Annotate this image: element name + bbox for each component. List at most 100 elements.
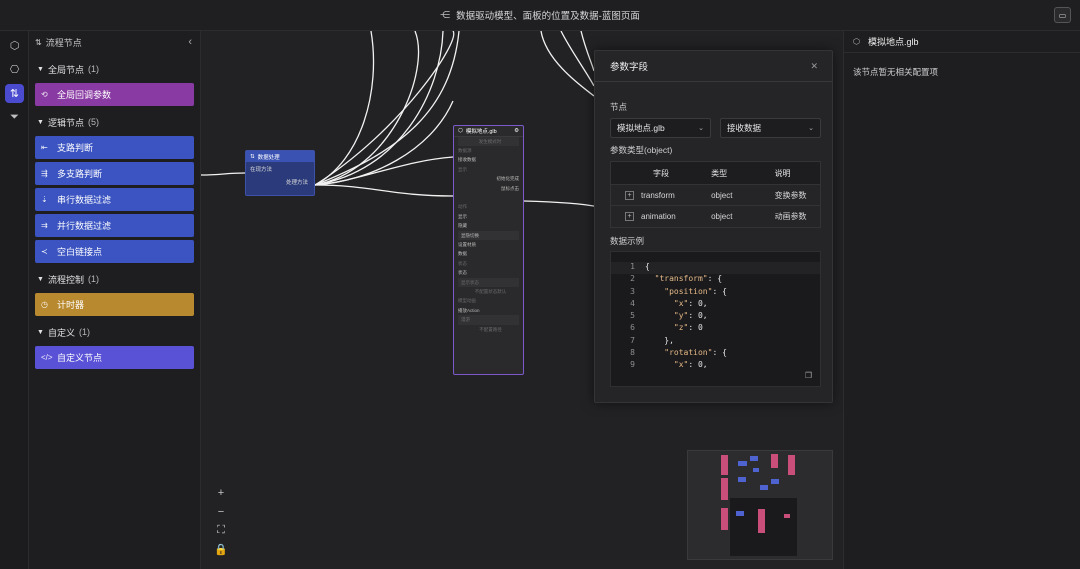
node-port-row[interactable]: 设置材质: [454, 240, 523, 249]
param-type-label: 参数类型(object): [610, 145, 673, 155]
code-text: },: [645, 335, 674, 345]
node-port-row[interactable]: 动作: [454, 203, 523, 212]
node-type-icon: ⇤: [41, 143, 48, 152]
event-select[interactable]: 接收数据 ⌄: [720, 118, 821, 138]
minimap-node: [738, 477, 746, 482]
caret-down-icon: ▼: [37, 118, 44, 126]
code-text: "rotation": {: [664, 348, 727, 358]
node-port-row[interactable]: 状态: [454, 268, 523, 277]
model-node[interactable]: ⬡ 模拟地点.glb ⚙ 发生模式时 数据源 接收数据 显示 初始化完成 鼠标点击 动作 显示…: [453, 125, 524, 375]
share-icon: ⋲: [440, 9, 451, 21]
expand-icon[interactable]: +: [625, 190, 634, 200]
node-group-header[interactable]: ▼ 逻辑节点 (5): [29, 111, 200, 133]
node-port-row[interactable]: [454, 193, 523, 202]
node-port-row[interactable]: 数据: [454, 250, 523, 259]
node-port-row[interactable]: 模型动画: [454, 297, 523, 306]
present-icon[interactable]: ▭: [1054, 7, 1071, 23]
close-icon[interactable]: ✕: [810, 61, 818, 72]
node-port-row[interactable]: 不配置状态默认: [454, 287, 523, 296]
zoom-out-icon[interactable]: −: [213, 502, 229, 521]
node-type-icon: ⇉: [41, 221, 48, 230]
node-port-row[interactable]: 鼠标点击: [454, 184, 523, 193]
field-name: transform: [641, 190, 675, 200]
line-number: 4: [630, 298, 635, 308]
node-port-row[interactable]: 发生模式时: [458, 137, 519, 147]
top-bar: ⋲ 数据驱动模型、面板的位置及数据-蓝图页面 ▭: [0, 0, 1080, 31]
code-text: "position": {: [664, 286, 727, 296]
code-line: 5 "y": 0,: [611, 311, 820, 323]
table-row[interactable]: + transform object 变换参数: [611, 184, 820, 205]
node-item-label: 计时器: [57, 300, 85, 310]
node-port-row[interactable]: 显示: [454, 165, 523, 174]
node-group-header[interactable]: ▼ 流程控制 (1): [29, 268, 200, 290]
dialog-title: 参数字段: [610, 62, 649, 73]
minimap-node: [721, 478, 728, 500]
node-port-row[interactable]: 隐藏: [454, 222, 523, 231]
node-port-row[interactable]: 显隐切换: [458, 230, 519, 241]
lock-icon[interactable]: 🔒: [213, 540, 229, 559]
node-item[interactable]: ≺ 空白链接点: [35, 240, 194, 263]
node-item[interactable]: ⇣ 串行数据过滤: [35, 188, 194, 211]
line-number: 8: [630, 348, 635, 358]
node-port-row[interactable]: 状态: [454, 259, 523, 268]
caret-down-icon: ▼: [37, 275, 44, 283]
node-item[interactable]: ⟲ 全局回调参数: [35, 83, 194, 106]
node-select[interactable]: 模拟地点.glb ⌄: [610, 118, 711, 138]
code-line: 8 "rotation": {: [611, 348, 820, 360]
node-item[interactable]: </> 自定义节点: [35, 346, 194, 369]
minimap-node: [771, 454, 778, 468]
expand-icon[interactable]: +: [625, 211, 634, 221]
node-input-port[interactable]: 在现方法: [246, 162, 314, 175]
flow-icon[interactable]: ⇅: [5, 84, 24, 103]
node-item[interactable]: ⇶ 多支路判断: [35, 162, 194, 185]
node-output-port[interactable]: 处理方法: [246, 175, 314, 188]
node-group-header[interactable]: ▼ 全局节点 (1): [29, 58, 200, 80]
line-number: 2: [630, 274, 635, 284]
table-row[interactable]: + animation object 动画参数: [611, 205, 820, 226]
code-line: 7 },: [611, 336, 820, 348]
minimap-node: [721, 508, 728, 530]
filter-icon[interactable]: ⏷: [5, 108, 24, 127]
node-item[interactable]: ⇤ 支路判断: [35, 136, 194, 159]
node-port-row[interactable]: 初始化完成: [454, 175, 523, 184]
node-item-label: 自定义节点: [57, 353, 103, 363]
code-line: 1{: [611, 262, 820, 275]
minimap[interactable]: [687, 450, 833, 560]
minimap-node: [753, 468, 759, 472]
node-item[interactable]: ⇉ 并行数据过滤: [35, 214, 194, 237]
chevron-down-icon: ⌄: [698, 125, 704, 132]
line-number: 1: [630, 262, 635, 271]
group-count: (1): [87, 274, 99, 284]
zoom-in-icon[interactable]: +: [213, 483, 229, 502]
node-title: ⬡ 模拟地点.glb ⚙: [454, 126, 523, 137]
node-item-label: 多支路判断: [57, 169, 103, 179]
node-port-row[interactable]: 显示: [454, 212, 523, 221]
node-port-row[interactable]: 显示状态: [458, 277, 519, 288]
node-port-row[interactable]: 接收数据: [454, 156, 523, 165]
node-port-row[interactable]: 播放Action: [454, 306, 523, 315]
node-port-row[interactable]: 数据源: [454, 146, 523, 155]
node-port-row[interactable]: 不配置路径: [454, 325, 523, 334]
cube-icon[interactable]: ⬡: [5, 36, 24, 55]
node-item-label: 空白链接点: [57, 247, 103, 257]
node-group-header[interactable]: ▼ 自定义 (1): [29, 321, 200, 343]
node-type-icon: </>: [41, 353, 53, 362]
node-item-label: 并行数据过滤: [57, 221, 112, 231]
hexagon-icon[interactable]: ⎔: [5, 60, 24, 79]
line-number: 9: [630, 360, 635, 370]
collapse-icon[interactable]: ‹: [188, 36, 192, 48]
example-label: 数据示例: [610, 236, 645, 246]
copy-icon[interactable]: ❐: [805, 371, 812, 380]
fit-view-icon[interactable]: ⛶: [213, 521, 229, 540]
code-text: {: [645, 262, 650, 271]
minimap-node: [738, 461, 747, 466]
param-fields-dialog: 参数字段 ✕ 节点 模拟地点.glb ⌄ 接收数据 ⌄ 参数类型(object) 字…: [594, 50, 833, 403]
code-line: 3 "position": {: [611, 287, 820, 299]
line-number: 7: [630, 335, 635, 345]
cube-icon: ⬡: [458, 128, 463, 134]
node-port-row[interactable]: 漫游: [458, 315, 519, 325]
node-item[interactable]: ◷ 计时器: [35, 293, 194, 316]
gear-icon[interactable]: ⚙: [514, 128, 519, 134]
field-desc: 变换参数: [774, 190, 807, 200]
data-process-node[interactable]: ⇅ 数据处理 在现方法 处理方法: [245, 150, 315, 196]
